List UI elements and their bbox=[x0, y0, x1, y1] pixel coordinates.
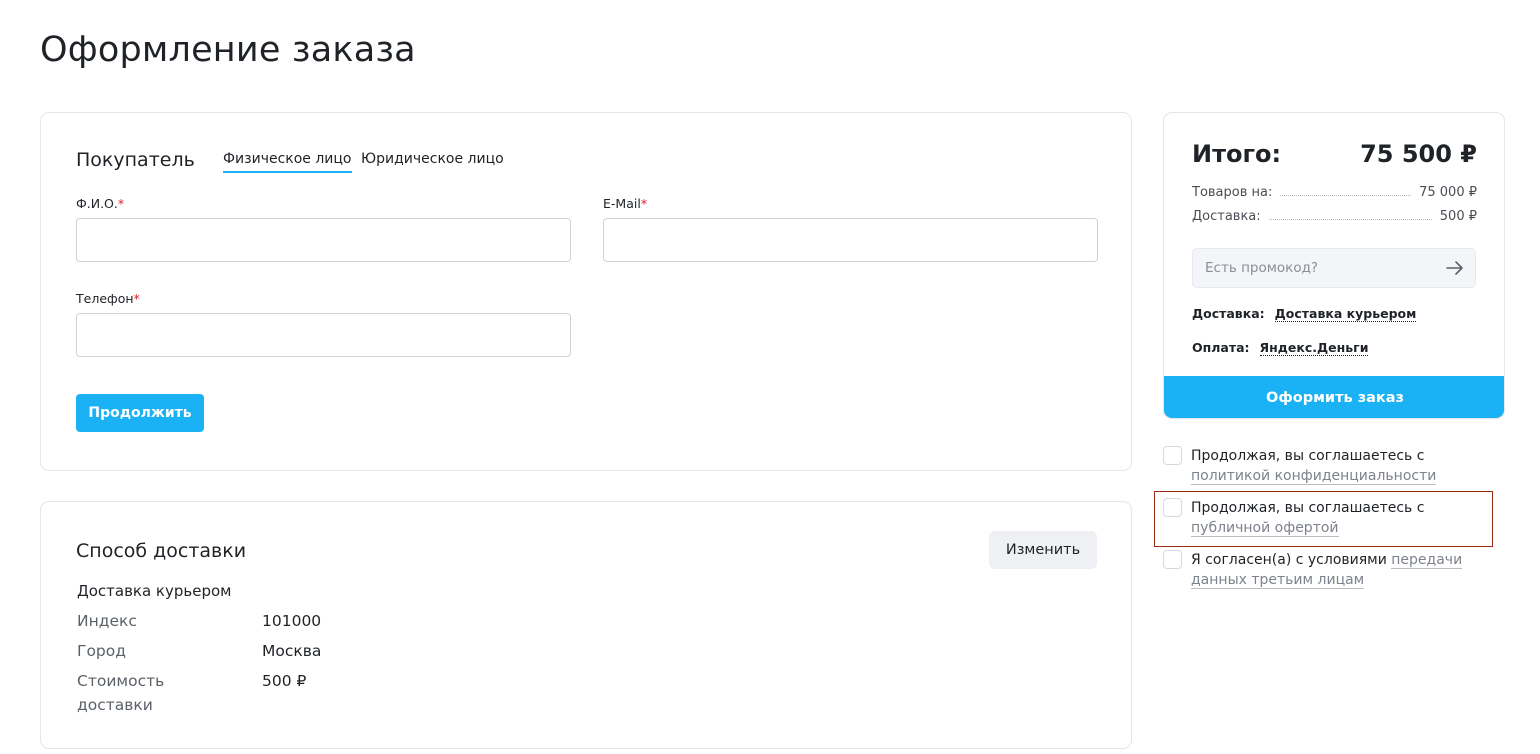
tab-legal-entity[interactable]: Юридическое лицо bbox=[361, 151, 504, 167]
phone-label: Телефон* bbox=[76, 291, 140, 306]
delivery-option-label: Доставка: bbox=[1192, 306, 1265, 321]
items-sum-label: Товаров на: bbox=[1192, 184, 1273, 200]
page-title: Оформление заказа bbox=[40, 30, 416, 70]
index-label: Индекс bbox=[77, 612, 137, 630]
fio-label: Ф.И.О.* bbox=[76, 196, 125, 211]
data-transfer-text: Я согласен(а) с условиями передачи данны… bbox=[1191, 552, 1463, 589]
payment-option-label: Оплата: bbox=[1192, 340, 1250, 355]
highlight-frame bbox=[1154, 491, 1493, 547]
change-delivery-button[interactable]: Изменить bbox=[989, 531, 1097, 569]
delivery-method-name: Доставка курьером bbox=[77, 582, 232, 600]
dotted-leader bbox=[1268, 218, 1432, 220]
items-sum-value: 75 000 ₽ bbox=[1419, 184, 1477, 200]
shipping-sum-value: 500 ₽ bbox=[1439, 208, 1477, 224]
total-value: 75 500 ₽ bbox=[1360, 140, 1477, 168]
email-field[interactable] bbox=[603, 218, 1098, 262]
phone-field[interactable] bbox=[76, 313, 571, 357]
fio-field[interactable] bbox=[76, 218, 571, 262]
payment-option-row: Оплата: Яндекс.Деньги bbox=[1192, 340, 1369, 356]
privacy-policy-link[interactable]: политикой конфиденциальности bbox=[1191, 468, 1437, 485]
buyer-title: Покупатель bbox=[76, 149, 195, 171]
shipping-sum-label: Доставка: bbox=[1192, 208, 1261, 224]
buyer-card: Покупатель Физическое лицо Юридическое л… bbox=[40, 112, 1132, 471]
city-value: Москва bbox=[262, 642, 322, 660]
tab-individual[interactable]: Физическое лицо bbox=[223, 151, 352, 173]
privacy-text: Продолжая, вы соглашаетесь с политикой к… bbox=[1191, 448, 1437, 485]
dotted-leader bbox=[1280, 194, 1412, 196]
delivery-option-row: Доставка: Доставка курьером bbox=[1192, 306, 1417, 322]
delivery-card: Способ доставки Изменить Доставка курьер… bbox=[40, 501, 1132, 749]
privacy-checkbox[interactable] bbox=[1163, 446, 1182, 465]
data-transfer-checkbox[interactable] bbox=[1163, 550, 1182, 569]
shipping-sum-row: Доставка: 500 ₽ bbox=[1192, 207, 1477, 225]
total-label: Итого: bbox=[1192, 140, 1282, 168]
delivery-cost-value: 500 ₽ bbox=[262, 672, 307, 690]
promo-code-input[interactable] bbox=[1193, 249, 1433, 287]
index-value: 101000 bbox=[262, 612, 322, 630]
payment-option-link[interactable]: Яндекс.Деньги bbox=[1259, 340, 1369, 356]
continue-button[interactable]: Продолжить bbox=[76, 394, 204, 432]
city-label: Город bbox=[77, 642, 126, 660]
delivery-cost-label: Стоимость доставки bbox=[77, 672, 165, 714]
promo-code-box bbox=[1192, 248, 1476, 288]
items-sum-row: Товаров на: 75 000 ₽ bbox=[1192, 183, 1477, 201]
place-order-button[interactable]: Оформить заказ bbox=[1164, 376, 1504, 418]
delivery-option-link[interactable]: Доставка курьером bbox=[1274, 306, 1417, 322]
arrow-right-icon[interactable] bbox=[1445, 259, 1465, 277]
order-summary-card: Итого: 75 500 ₽ Товаров на: 75 000 ₽ Дос… bbox=[1163, 112, 1505, 419]
email-label: E-Mail* bbox=[603, 196, 648, 211]
delivery-title: Способ доставки bbox=[76, 540, 247, 562]
